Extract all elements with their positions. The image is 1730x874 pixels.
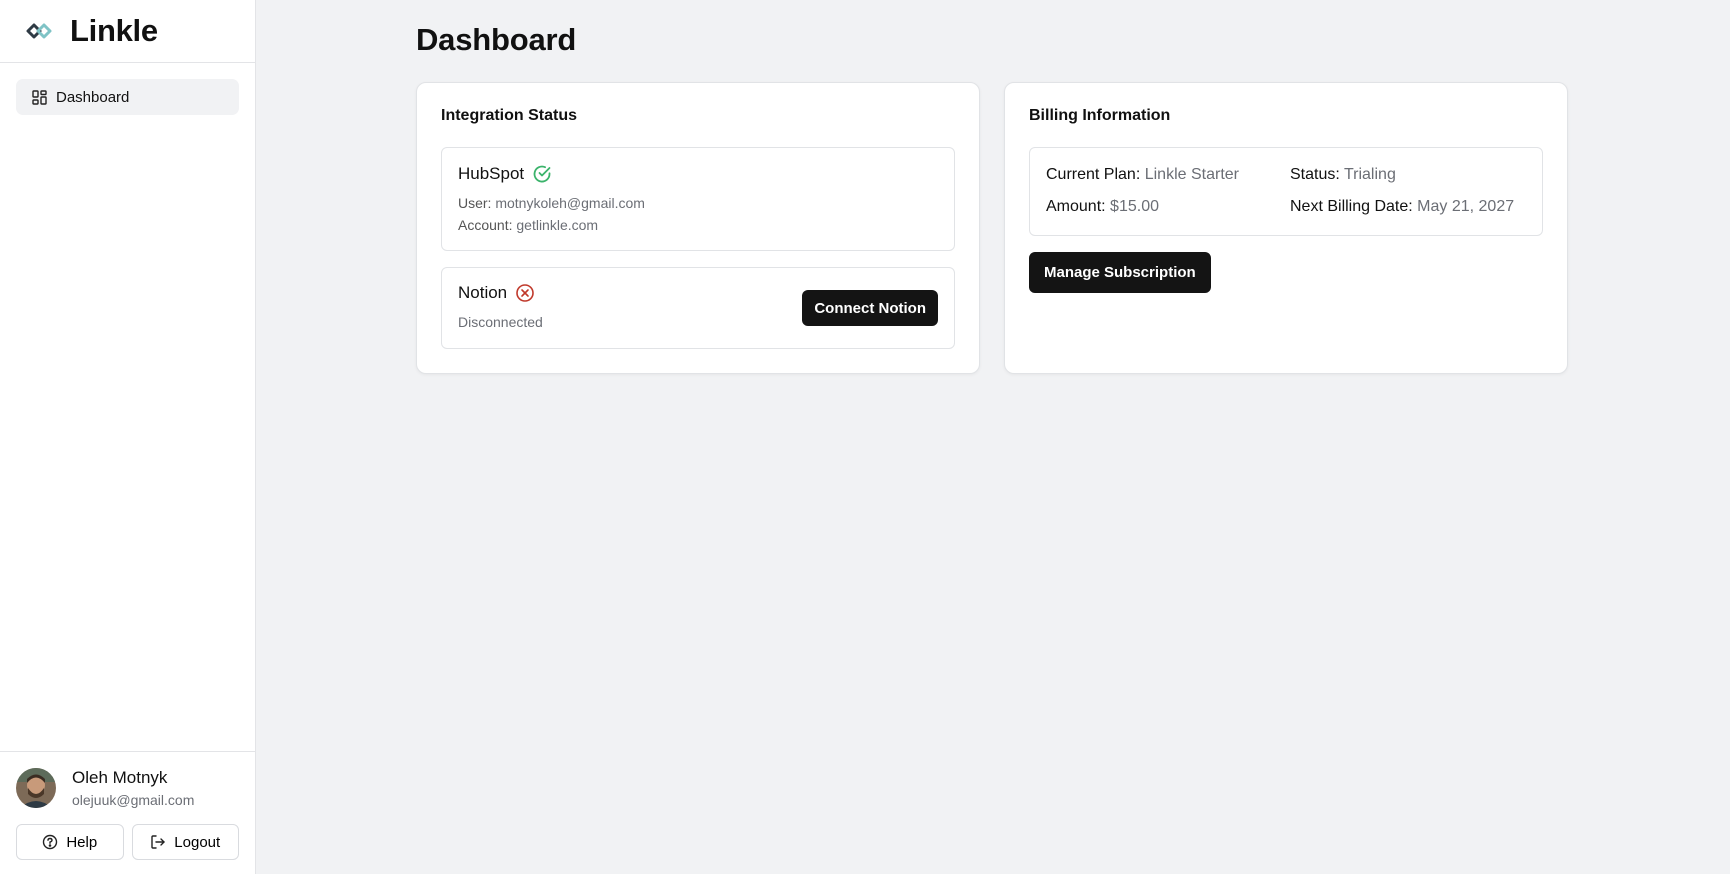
billing-details: Current Plan: Linkle Starter Status: Tri…: [1029, 147, 1543, 236]
amount-label: Amount:: [1046, 197, 1106, 215]
user-actions: Help Logout: [16, 824, 239, 860]
linkle-logo-icon: [24, 19, 56, 43]
current-plan-label: Current Plan:: [1046, 166, 1141, 183]
billing-amount: Amount: $15.00: [1046, 198, 1290, 218]
sidebar-nav: Dashboard: [0, 63, 255, 751]
hubspot-account-label: Account:: [458, 217, 513, 233]
amount-value: $15.00: [1110, 197, 1159, 215]
billing-information-card: Billing Information Current Plan: Linkle…: [1004, 82, 1568, 374]
hubspot-account: Account: getlinkle.com: [458, 214, 938, 236]
logout-button[interactable]: Logout: [131, 824, 239, 860]
hubspot-header: HubSpot: [458, 164, 938, 184]
help-label: Help: [66, 833, 98, 851]
user-profile: Oleh Motnyk olejuuk@gmail.com: [16, 768, 239, 808]
avatar[interactable]: [16, 768, 56, 808]
help-button[interactable]: Help: [16, 824, 124, 860]
app-root: Linkle Dashboard Oleh Motnyk olejuuk@gma…: [0, 0, 1730, 874]
subscription-status: Status: Trialing: [1290, 166, 1526, 186]
brand: Linkle: [0, 0, 255, 63]
status-label: Status:: [1290, 166, 1340, 183]
check-circle-icon: [532, 164, 552, 184]
grid-icon: [32, 89, 47, 105]
next-billing-value: May 21, 2027: [1417, 197, 1515, 215]
notion-integration: Notion Disconnected Connect Notion: [441, 267, 955, 349]
connect-notion-button[interactable]: Connect Notion: [802, 290, 938, 326]
notion-name: Notion: [458, 283, 508, 302]
integration-status-card: Integration Status HubSpot User: motnyko…: [416, 82, 980, 374]
brand-name: Linkle: [70, 13, 158, 48]
logout-icon: [150, 834, 166, 850]
hubspot-name: HubSpot: [458, 164, 525, 183]
notion-header: Notion: [458, 283, 543, 303]
notion-status: Disconnected: [458, 314, 543, 330]
manage-subscription-button[interactable]: Manage Subscription: [1029, 252, 1211, 293]
hubspot-integration: HubSpot User: motnykoleh@gmail.com Accou…: [441, 147, 955, 251]
hubspot-user-label: User:: [458, 195, 492, 211]
user-area: Oleh Motnyk olejuuk@gmail.com Help Logou…: [0, 751, 255, 874]
user-name: Oleh Motnyk: [72, 768, 168, 787]
sidebar-item-label: Dashboard: [56, 88, 130, 106]
sidebar: Linkle Dashboard Oleh Motnyk olejuuk@gma…: [0, 0, 256, 874]
status-value: Trialing: [1343, 166, 1396, 183]
hubspot-account-value: getlinkle.com: [516, 217, 599, 233]
current-plan: Current Plan: Linkle Starter: [1046, 166, 1290, 186]
user-email: olejuuk@gmail.com: [72, 792, 195, 808]
sidebar-item-dashboard[interactable]: Dashboard: [16, 79, 239, 115]
hubspot-user: User: motnykoleh@gmail.com: [458, 192, 938, 214]
card-title: Integration Status: [441, 107, 578, 124]
x-circle-icon: [515, 283, 535, 303]
current-plan-value: Linkle Starter: [1144, 166, 1239, 183]
next-billing-date: Next Billing Date: May 21, 2027: [1290, 198, 1526, 218]
next-billing-label: Next Billing Date:: [1290, 197, 1413, 215]
page-title: Dashboard: [416, 22, 577, 57]
help-circle-icon: [42, 834, 58, 850]
hubspot-user-value: motnykoleh@gmail.com: [495, 195, 645, 211]
logout-label: Logout: [174, 833, 221, 851]
card-title: Billing Information: [1029, 107, 1171, 124]
main-content: Dashboard Integration Status HubSpot Use…: [256, 0, 1730, 874]
